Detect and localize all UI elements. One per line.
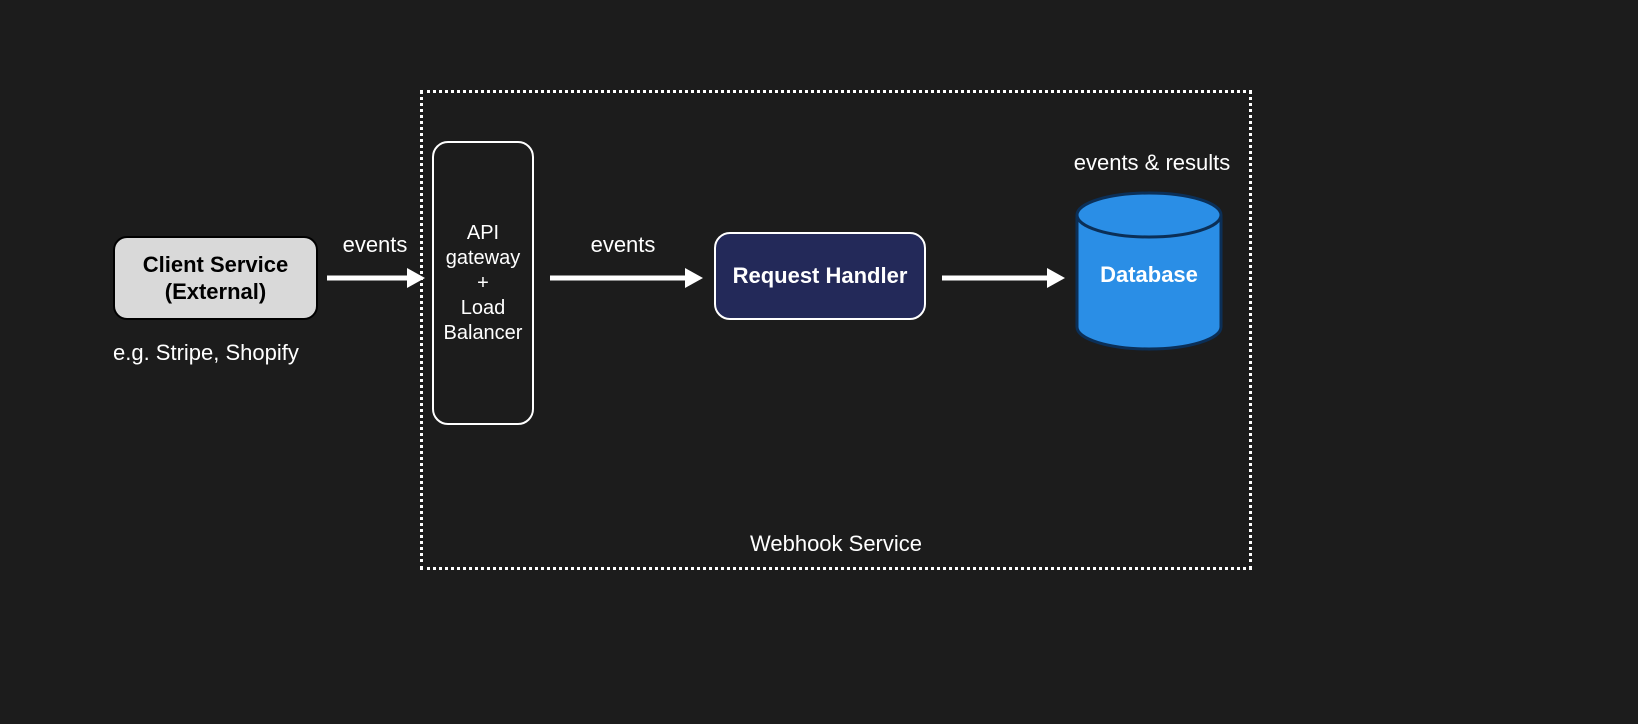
arrow-1-label: events (330, 232, 420, 258)
database-cylinder: Database (1075, 191, 1223, 351)
client-service-box: Client Service (External) (113, 236, 318, 320)
database-caption: events & results (1042, 150, 1262, 176)
arrow-right-icon (548, 266, 703, 290)
database-title: Database (1100, 262, 1198, 288)
request-handler-title: Request Handler (733, 263, 908, 289)
api-gateway-title: API gateway + Load Balancer (440, 221, 526, 346)
webhook-service-label: Webhook Service (750, 531, 922, 557)
arrow-handler-to-database (940, 266, 1065, 290)
request-handler-box: Request Handler (714, 232, 926, 320)
arrow-client-to-gateway (325, 266, 425, 290)
client-service-title: Client Service (External) (143, 251, 289, 306)
api-gateway-box: API gateway + Load Balancer (432, 141, 534, 425)
arrow-gateway-to-handler (548, 266, 703, 290)
client-service-subtitle: e.g. Stripe, Shopify (113, 340, 333, 366)
arrow-right-icon (940, 266, 1065, 290)
arrow-right-icon (325, 266, 425, 290)
arrow-2-label: events (578, 232, 668, 258)
